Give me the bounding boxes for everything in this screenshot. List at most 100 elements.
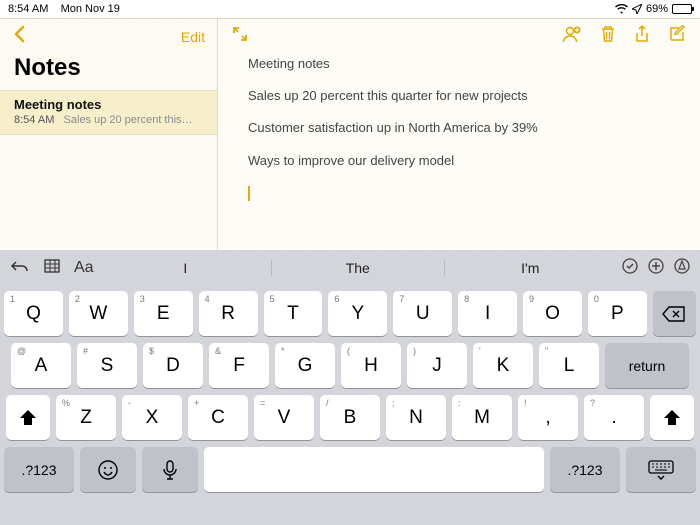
- text-cursor: [248, 186, 250, 201]
- notes-app: Edit Notes Meeting notes 8:54 AM Sales u…: [0, 18, 700, 250]
- delete-button[interactable]: [600, 25, 616, 43]
- shift-key[interactable]: [650, 395, 694, 440]
- status-time: 8:54 AM: [8, 3, 48, 15]
- format-button[interactable]: Aa: [74, 259, 94, 277]
- emoji-icon: [97, 459, 119, 481]
- key-c[interactable]: +C: [188, 395, 248, 440]
- key-e[interactable]: 3E: [134, 291, 193, 336]
- key-x[interactable]: -X: [122, 395, 182, 440]
- hide-keyboard-key[interactable]: [626, 447, 696, 492]
- key-t[interactable]: 5T: [264, 291, 323, 336]
- wifi-icon: [615, 4, 628, 14]
- back-button[interactable]: [12, 25, 26, 48]
- key-a[interactable]: @A: [11, 343, 71, 388]
- note-line: Customer satisfaction up in North Americ…: [248, 119, 670, 137]
- emoji-key[interactable]: [80, 447, 136, 492]
- suggestion-word[interactable]: I'm: [444, 260, 616, 276]
- suggestion-word[interactable]: The: [271, 260, 443, 276]
- sidebar-title: Notes: [0, 50, 217, 90]
- keyboard-row: %Z -X +C =V /B ;N :M !, ?.: [4, 395, 696, 440]
- key-k[interactable]: 'K: [473, 343, 533, 388]
- space-key[interactable]: [204, 447, 544, 492]
- note-list-item[interactable]: Meeting notes 8:54 AM Sales up 20 percen…: [0, 90, 217, 135]
- shift-key[interactable]: [6, 395, 50, 440]
- battery-icon: [672, 4, 692, 14]
- key-f[interactable]: &F: [209, 343, 269, 388]
- keyboard-row: @A #S $D &F *G (H )J 'K "L return: [4, 343, 696, 388]
- plus-circle-icon: [648, 258, 664, 274]
- key-r[interactable]: 4R: [199, 291, 258, 336]
- note-body[interactable]: Meeting notes Sales up 20 percent this q…: [218, 47, 700, 210]
- markup-button[interactable]: [674, 258, 690, 279]
- key-p[interactable]: 0P: [588, 291, 647, 336]
- backspace-icon: [662, 306, 686, 322]
- key-q[interactable]: 1Q: [4, 291, 63, 336]
- key-w[interactable]: 2W: [69, 291, 128, 336]
- key-v[interactable]: =V: [254, 395, 314, 440]
- key-n[interactable]: ;N: [386, 395, 446, 440]
- markup-icon: [674, 258, 690, 274]
- undo-icon: [10, 259, 30, 273]
- person-add-icon: [562, 25, 582, 43]
- fullscreen-button[interactable]: [232, 26, 248, 42]
- editor: Meeting notes Sales up 20 percent this q…: [218, 19, 700, 250]
- add-person-button[interactable]: [562, 25, 582, 43]
- status-bar: 8:54 AM Mon Nov 19 69%: [0, 0, 700, 18]
- key-i[interactable]: 8I: [458, 291, 517, 336]
- keyboard-row: 1Q 2W 3E 4R 5T 6Y 7U 8I 9O 0P: [4, 291, 696, 336]
- compose-icon: [668, 25, 686, 43]
- note-item-time: 8:54 AM: [14, 114, 54, 126]
- key-y[interactable]: 6Y: [328, 291, 387, 336]
- hide-keyboard-icon: [647, 460, 675, 480]
- status-date: Mon Nov 19: [61, 3, 120, 15]
- numbers-key[interactable]: .?123: [4, 447, 74, 492]
- dictation-key[interactable]: [142, 447, 198, 492]
- key-j[interactable]: )J: [407, 343, 467, 388]
- suggestion-word[interactable]: I: [100, 260, 271, 276]
- key-b[interactable]: /B: [320, 395, 380, 440]
- shift-icon: [18, 409, 38, 427]
- key-period[interactable]: ?.: [584, 395, 644, 440]
- keyboard: Aa I The I'm 1Q 2W 3E 4R 5T 6Y 7U 8I 9O …: [0, 250, 700, 525]
- key-s[interactable]: #S: [77, 343, 137, 388]
- chevron-left-icon: [12, 25, 26, 43]
- battery-pct: 69%: [646, 3, 668, 15]
- table-button[interactable]: [44, 259, 60, 278]
- edit-button[interactable]: Edit: [181, 29, 205, 45]
- compose-button[interactable]: [668, 25, 686, 43]
- check-circle-icon: [622, 258, 638, 274]
- key-m[interactable]: :M: [452, 395, 512, 440]
- key-comma[interactable]: !,: [518, 395, 578, 440]
- key-l[interactable]: "L: [539, 343, 599, 388]
- key-d[interactable]: $D: [143, 343, 203, 388]
- sidebar: Edit Notes Meeting notes 8:54 AM Sales u…: [0, 19, 218, 250]
- expand-icon: [232, 26, 248, 42]
- share-icon: [634, 25, 650, 43]
- note-line: Ways to improve our delivery model: [248, 152, 670, 170]
- status-left: 8:54 AM Mon Nov 19: [8, 3, 120, 15]
- numbers-key[interactable]: .?123: [550, 447, 620, 492]
- checklist-button[interactable]: [622, 258, 638, 279]
- note-item-title: Meeting notes: [14, 97, 203, 112]
- add-attachment-button[interactable]: [648, 258, 664, 279]
- note-line: Sales up 20 percent this quarter for new…: [248, 87, 670, 105]
- table-icon: [44, 259, 60, 273]
- mic-icon: [163, 460, 177, 480]
- undo-button[interactable]: [10, 259, 30, 278]
- share-button[interactable]: [634, 25, 650, 43]
- keyboard-row: .?123 .?123: [4, 447, 696, 492]
- key-g[interactable]: *G: [275, 343, 335, 388]
- key-h[interactable]: (H: [341, 343, 401, 388]
- note-item-subtitle: 8:54 AM Sales up 20 percent this…: [14, 114, 203, 126]
- trash-icon: [600, 25, 616, 43]
- key-z[interactable]: %Z: [56, 395, 116, 440]
- return-key[interactable]: return: [605, 343, 689, 388]
- note-item-preview: Sales up 20 percent this…: [64, 114, 193, 126]
- key-o[interactable]: 9O: [523, 291, 582, 336]
- suggestion-bar: Aa I The I'm: [0, 250, 700, 286]
- shift-icon: [662, 409, 682, 427]
- status-right: 69%: [615, 3, 692, 15]
- location-icon: [632, 4, 642, 14]
- backspace-key[interactable]: [653, 291, 696, 336]
- key-u[interactable]: 7U: [393, 291, 452, 336]
